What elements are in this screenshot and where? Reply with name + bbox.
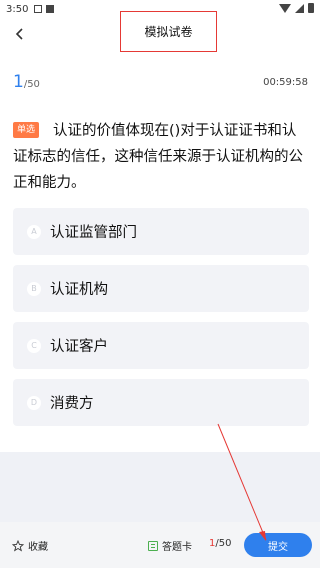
content-footer-spacer — [0, 452, 320, 522]
notification-icon-2 — [46, 5, 55, 13]
signal-icon — [295, 3, 304, 13]
progress-current: 1 — [13, 72, 24, 92]
answer-card-icon — [148, 540, 158, 551]
option-b[interactable]: B 认证机构 — [13, 265, 309, 312]
back-arrow-icon — [15, 28, 23, 40]
page-title: 模拟试卷 — [120, 11, 217, 52]
progress-total: /50 — [23, 79, 40, 90]
notification-icon — [34, 5, 43, 13]
question-stem: 单选 认证的价值体现在()对于认证证书和认证标志的信任，这种信任来源于认证机构的公… — [13, 118, 309, 196]
bottom-progress-total: /50 — [215, 538, 232, 549]
battery-icon — [308, 3, 314, 13]
option-letter: B — [27, 281, 41, 296]
option-text: 消费方 — [50, 396, 94, 412]
star-outline-icon — [12, 539, 24, 551]
question-text: 认证的价值体现在()对于认证证书和认证标志的信任，这种信任来源于认证机构的公正和… — [13, 123, 303, 191]
option-letter: C — [27, 338, 41, 353]
question-progress: 1/50 — [13, 72, 40, 92]
bottom-progress: 1/50 — [209, 538, 231, 549]
question-progress-row: 1/50 00:59:58 — [0, 70, 320, 94]
option-letter: D — [27, 395, 41, 410]
bottom-bar: 收藏 答题卡 1/50 提交 — [0, 522, 320, 568]
countdown-timer: 00:59:58 — [263, 77, 308, 88]
question-type-badge: 单选 — [13, 122, 40, 138]
status-time: 3:50 — [6, 3, 29, 15]
wifi-icon — [279, 3, 291, 13]
option-text: 认证客户 — [50, 339, 108, 355]
option-a[interactable]: A 认证监管部门 — [13, 208, 309, 255]
option-letter: A — [27, 224, 41, 239]
answer-card-label: 答题卡 — [162, 542, 192, 553]
favorite-button[interactable]: 收藏 — [12, 538, 48, 553]
option-d[interactable]: D 消费方 — [13, 379, 309, 426]
options-list: A 认证监管部门 B 认证机构 C 认证客户 D 消费方 — [13, 208, 309, 436]
option-c[interactable]: C 认证客户 — [13, 322, 309, 369]
option-text: 认证监管部门 — [50, 225, 137, 241]
favorite-label: 收藏 — [28, 542, 48, 553]
submit-button[interactable]: 提交 — [244, 533, 312, 557]
answer-card-button[interactable]: 答题卡 — [148, 538, 192, 553]
back-button[interactable] — [8, 22, 32, 46]
nav-bar: 模拟试卷 — [0, 11, 320, 52]
status-indicators — [279, 3, 314, 13]
option-text: 认证机构 — [50, 282, 108, 298]
